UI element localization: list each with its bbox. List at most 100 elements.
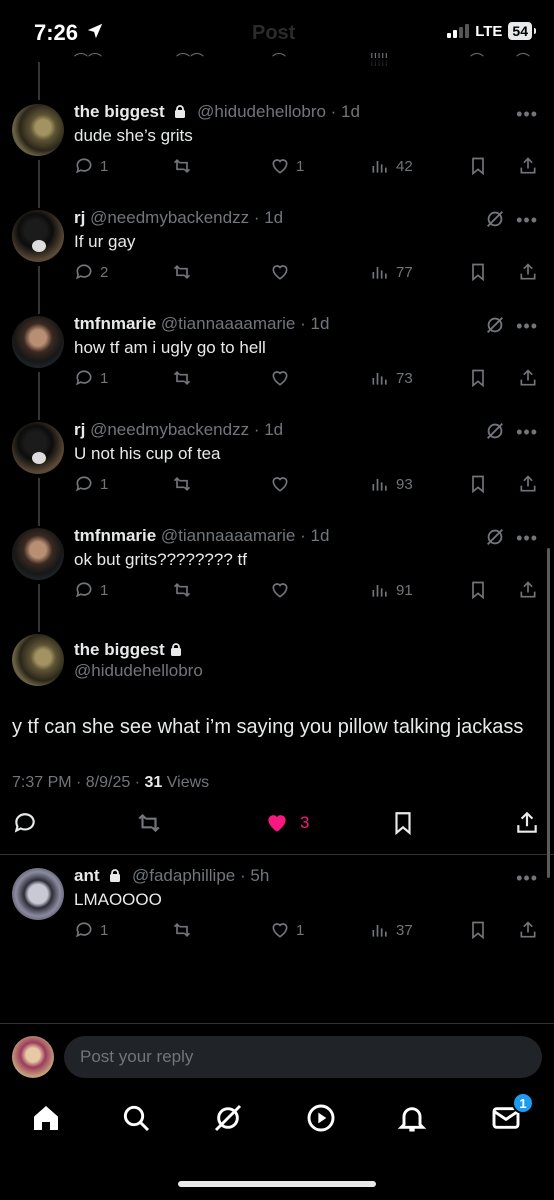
grok-icon[interactable] bbox=[484, 314, 506, 336]
reply-button[interactable]: 1 bbox=[74, 920, 108, 940]
tab-search[interactable] bbox=[120, 1102, 154, 1136]
share-icon bbox=[520, 263, 536, 280]
bookmark-button[interactable] bbox=[468, 920, 488, 940]
bookmark-icon bbox=[472, 921, 484, 940]
my-avatar[interactable] bbox=[12, 1036, 54, 1078]
share-button[interactable] bbox=[518, 474, 538, 494]
heart-icon bbox=[272, 477, 288, 492]
grok-icon bbox=[214, 1104, 242, 1132]
views-button[interactable]: 93 bbox=[370, 474, 413, 494]
tab-notifications[interactable] bbox=[396, 1102, 430, 1136]
more-options-icon[interactable]: ••• bbox=[516, 104, 538, 125]
more-options-icon[interactable]: ••• bbox=[516, 210, 538, 231]
grok-icon[interactable] bbox=[484, 420, 506, 442]
bookmark-button[interactable] bbox=[468, 156, 488, 176]
repost-button[interactable] bbox=[172, 156, 192, 176]
like-button[interactable] bbox=[270, 262, 290, 282]
tab-grok[interactable] bbox=[212, 1102, 246, 1136]
repost-button[interactable] bbox=[172, 920, 192, 940]
views-button[interactable]: 73 bbox=[370, 368, 413, 388]
avatar[interactable] bbox=[12, 104, 64, 156]
avatar[interactable] bbox=[12, 528, 64, 580]
avatar[interactable] bbox=[12, 634, 64, 686]
share-icon bbox=[517, 811, 537, 833]
more-options-icon[interactable]: ••• bbox=[516, 868, 538, 889]
main-display-name[interactable]: the biggest bbox=[74, 640, 188, 660]
action-row: 1 1 37 bbox=[74, 920, 544, 946]
home-indicator[interactable] bbox=[178, 1181, 376, 1187]
bookmark-button[interactable] bbox=[468, 474, 488, 494]
share-button[interactable] bbox=[518, 368, 538, 388]
lock-icon bbox=[170, 643, 181, 656]
handle[interactable]: @tiannaaaamarie bbox=[161, 526, 295, 545]
like-button[interactable] bbox=[270, 580, 290, 600]
heart-icon bbox=[272, 371, 288, 386]
more-options-icon[interactable]: ••• bbox=[516, 528, 538, 549]
tab-video[interactable] bbox=[305, 1102, 339, 1136]
scrollbar[interactable] bbox=[547, 548, 550, 878]
thread-line bbox=[38, 160, 40, 208]
main-name-text: the biggest bbox=[74, 640, 165, 659]
reply-button[interactable]: 1 bbox=[74, 156, 108, 176]
analytics-icon bbox=[372, 373, 387, 385]
bookmark-button[interactable] bbox=[390, 810, 416, 836]
more-options-icon[interactable]: ••• bbox=[516, 422, 538, 443]
reply-header: ant @fadaphillipe · 5h bbox=[74, 866, 270, 885]
more-options-icon[interactable]: ••• bbox=[516, 316, 538, 337]
avatar[interactable] bbox=[12, 422, 64, 474]
reply-button[interactable]: 1 bbox=[74, 580, 108, 600]
like-button[interactable]: 1 bbox=[270, 920, 304, 940]
tab-home[interactable] bbox=[30, 1102, 64, 1136]
display-name[interactable]: tmfnmarie bbox=[74, 526, 156, 545]
repost-button[interactable] bbox=[172, 262, 192, 282]
display-name[interactable]: the biggest bbox=[74, 102, 165, 121]
share-button[interactable] bbox=[518, 920, 538, 940]
repost-button[interactable] bbox=[172, 368, 192, 388]
like-button[interactable]: 1 bbox=[270, 156, 304, 176]
repost-button[interactable] bbox=[172, 474, 192, 494]
main-handle[interactable]: @hidudehellobro bbox=[74, 661, 203, 681]
handle[interactable]: @needmybackendzz bbox=[90, 420, 249, 439]
reply-button[interactable] bbox=[12, 810, 38, 836]
view-count: 91 bbox=[396, 581, 413, 599]
avatar[interactable] bbox=[12, 316, 64, 368]
reply-count: 2 bbox=[100, 263, 109, 281]
share-button[interactable] bbox=[518, 262, 538, 282]
handle[interactable]: @fadaphillipe bbox=[132, 866, 235, 885]
views-button[interactable]: 77 bbox=[370, 262, 413, 282]
display-name[interactable]: rj bbox=[74, 208, 85, 227]
bookmark-button[interactable] bbox=[468, 262, 488, 282]
reply-button[interactable]: 2 bbox=[74, 262, 108, 282]
repost-button[interactable] bbox=[172, 580, 192, 600]
display-name[interactable]: rj bbox=[74, 420, 85, 439]
share-button[interactable] bbox=[518, 156, 538, 176]
like-button[interactable] bbox=[270, 474, 290, 494]
handle[interactable]: @needmybackendzz bbox=[90, 208, 249, 227]
reply-count: 1 bbox=[100, 369, 109, 387]
display-name[interactable]: ant bbox=[74, 866, 100, 885]
tab-messages[interactable]: 1 bbox=[490, 1092, 534, 1136]
reply-button[interactable]: 1 bbox=[74, 474, 108, 494]
reply-count: 1 bbox=[100, 921, 109, 939]
like-button[interactable]: 3 bbox=[264, 810, 309, 836]
repost-icon bbox=[173, 370, 191, 386]
avatar[interactable] bbox=[12, 210, 64, 262]
grok-icon[interactable] bbox=[484, 208, 506, 230]
bookmark-button[interactable] bbox=[468, 368, 488, 388]
like-button[interactable] bbox=[270, 368, 290, 388]
display-name[interactable]: tmfnmarie bbox=[74, 314, 156, 333]
views-count[interactable]: 31 bbox=[145, 774, 163, 791]
bookmark-button[interactable] bbox=[468, 580, 488, 600]
handle[interactable]: @tiannaaaamarie bbox=[161, 314, 295, 333]
reply-input[interactable] bbox=[64, 1036, 542, 1078]
share-button[interactable] bbox=[514, 810, 540, 836]
avatar[interactable] bbox=[12, 868, 64, 920]
reply-button[interactable]: 1 bbox=[74, 368, 108, 388]
repost-button[interactable] bbox=[136, 810, 162, 836]
views-button[interactable]: 37 bbox=[370, 920, 413, 940]
views-button[interactable]: 42 bbox=[370, 156, 413, 176]
handle[interactable]: @hidudehellobro bbox=[197, 102, 326, 121]
share-button[interactable] bbox=[518, 580, 538, 600]
grok-icon[interactable] bbox=[484, 526, 506, 548]
views-button[interactable]: 91 bbox=[370, 580, 413, 600]
